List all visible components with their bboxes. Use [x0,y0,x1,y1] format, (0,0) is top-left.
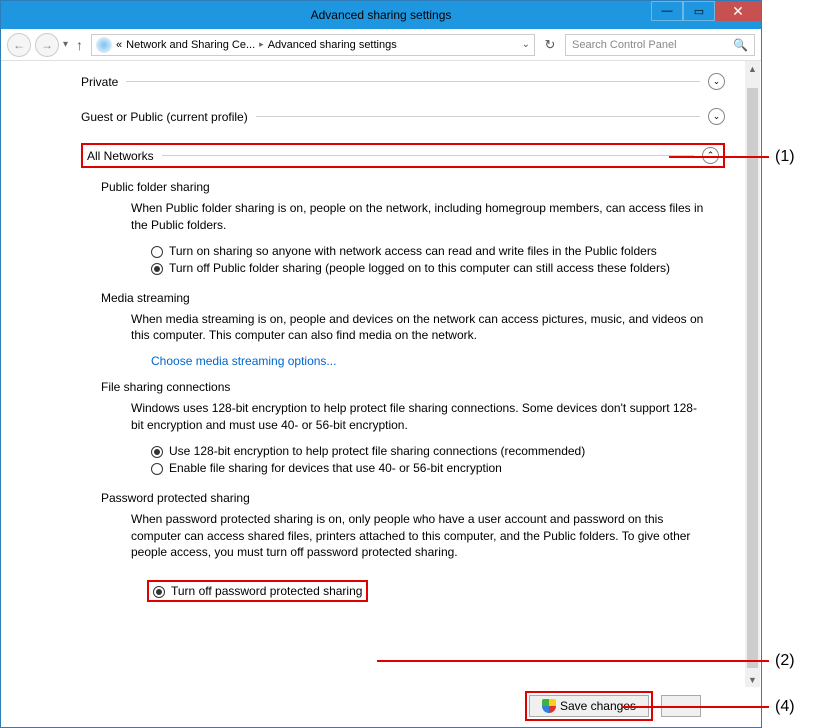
file-sharing-heading: File sharing connections [101,380,725,394]
scroll-down-icon[interactable]: ▼ [745,672,760,687]
radio-public-off-label: Turn off Public folder sharing (people l… [169,261,670,275]
file-sharing-desc: Windows uses 128-bit encryption to help … [131,400,705,434]
breadcrumb-icon [96,37,112,53]
public-folder-desc: When Public folder sharing is on, people… [131,200,705,234]
radio-128bit-label: Use 128-bit encryption to help protect f… [169,444,585,458]
chevron-down-icon[interactable]: ⌄ [708,108,725,125]
forward-button[interactable]: → [35,33,59,57]
close-button[interactable]: ✕ [715,1,761,21]
chevron-down-icon[interactable]: ⌄ [708,73,725,90]
window-controls: — ▭ ✕ [651,1,761,21]
window-title: Advanced sharing settings [311,8,452,22]
radio-icon [151,446,163,458]
radio-40bit[interactable]: Enable file sharing for devices that use… [151,461,705,475]
callout-2: (2) [377,652,795,670]
public-folder-heading: Public folder sharing [101,180,725,194]
radio-public-on[interactable]: Turn on sharing so anyone with network a… [151,244,705,258]
section-private[interactable]: Private ⌄ [81,73,725,90]
radio-password-off[interactable]: Turn off password protected sharing [147,580,368,602]
back-button[interactable]: ← [7,33,31,57]
maximize-button[interactable]: ▭ [683,1,715,21]
radio-40bit-label: Enable file sharing for devices that use… [169,461,502,475]
section-all-networks[interactable]: All Networks ⌃ [81,143,725,168]
titlebar: Advanced sharing settings — ▭ ✕ [1,1,761,29]
section-guest-label: Guest or Public (current profile) [81,110,248,124]
section-guest[interactable]: Guest or Public (current profile) ⌄ [81,108,725,125]
content-area: Private ⌄ Guest or Public (current profi… [1,61,745,687]
password-heading: Password protected sharing [101,491,725,505]
breadcrumb-prefix: « [116,39,122,51]
callout-line [377,660,769,662]
radio-128bit[interactable]: Use 128-bit encryption to help protect f… [151,444,705,458]
navbar: ← → ▾ ↑ « Network and Sharing Ce... ▸ Ad… [1,29,761,61]
callout-1-label: (1) [775,148,795,166]
radio-public-off[interactable]: Turn off Public folder sharing (people l… [151,261,705,275]
search-input[interactable]: Search Control Panel 🔍 [565,34,755,56]
breadcrumb-current[interactable]: Advanced sharing settings [268,39,397,51]
divider [256,116,700,117]
media-desc: When media streaming is on, people and d… [131,311,705,345]
radio-public-on-label: Turn on sharing so anyone with network a… [169,244,657,258]
callout-2-label: (2) [775,652,795,670]
window: Advanced sharing settings — ▭ ✕ ← → ▾ ↑ … [0,0,762,728]
media-link[interactable]: Choose media streaming options... [151,354,725,368]
password-desc: When password protected sharing is on, o… [131,511,705,561]
breadcrumb-dropdown-icon[interactable]: ⌄ [522,39,530,50]
radio-icon [151,263,163,275]
section-all-networks-label: All Networks [87,149,154,163]
radio-icon [151,246,163,258]
scroll-up-icon[interactable]: ▲ [745,61,760,76]
minimize-button[interactable]: — [651,1,683,21]
scroll-thumb[interactable] [747,88,758,668]
breadcrumb[interactable]: « Network and Sharing Ce... ▸ Advanced s… [91,34,535,56]
callout-line [622,706,769,708]
radio-icon [153,586,165,598]
refresh-button[interactable]: ↻ [539,34,561,56]
callout-4-label: (4) [775,698,795,716]
divider [162,155,694,156]
radio-icon [151,463,163,475]
callout-line [669,156,769,158]
breadcrumb-sep-icon: ▸ [259,39,264,50]
breadcrumb-parent[interactable]: Network and Sharing Ce... [126,39,255,51]
callout-4: (4) [622,698,795,716]
section-private-label: Private [81,75,118,89]
callout-1: (1) [669,148,795,166]
radio-password-off-label: Turn off password protected sharing [171,584,362,598]
media-heading: Media streaming [101,291,725,305]
shield-icon [542,699,556,713]
divider [126,81,700,82]
search-placeholder: Search Control Panel [572,39,677,51]
history-dropdown-icon[interactable]: ▾ [63,39,68,50]
up-button[interactable]: ↑ [72,37,87,53]
search-icon: 🔍 [733,38,748,52]
